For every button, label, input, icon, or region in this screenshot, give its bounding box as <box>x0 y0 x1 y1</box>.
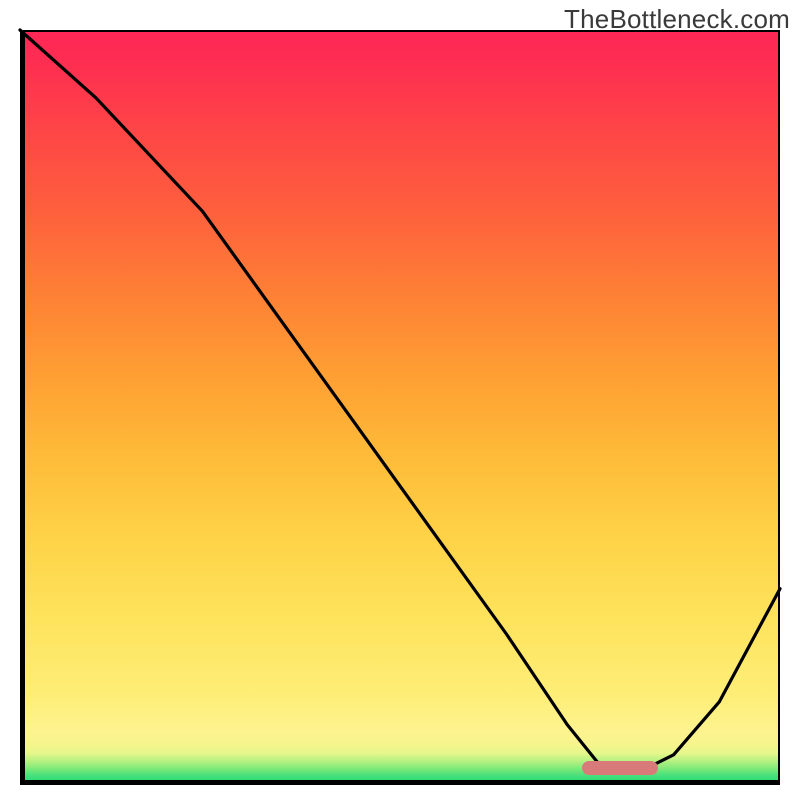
chart-container: TheBottleneck.com <box>0 0 800 800</box>
plot-area <box>20 30 780 785</box>
curve-svg <box>20 30 780 785</box>
bottleneck-curve-path <box>20 30 780 770</box>
optimal-range-marker <box>582 761 658 775</box>
